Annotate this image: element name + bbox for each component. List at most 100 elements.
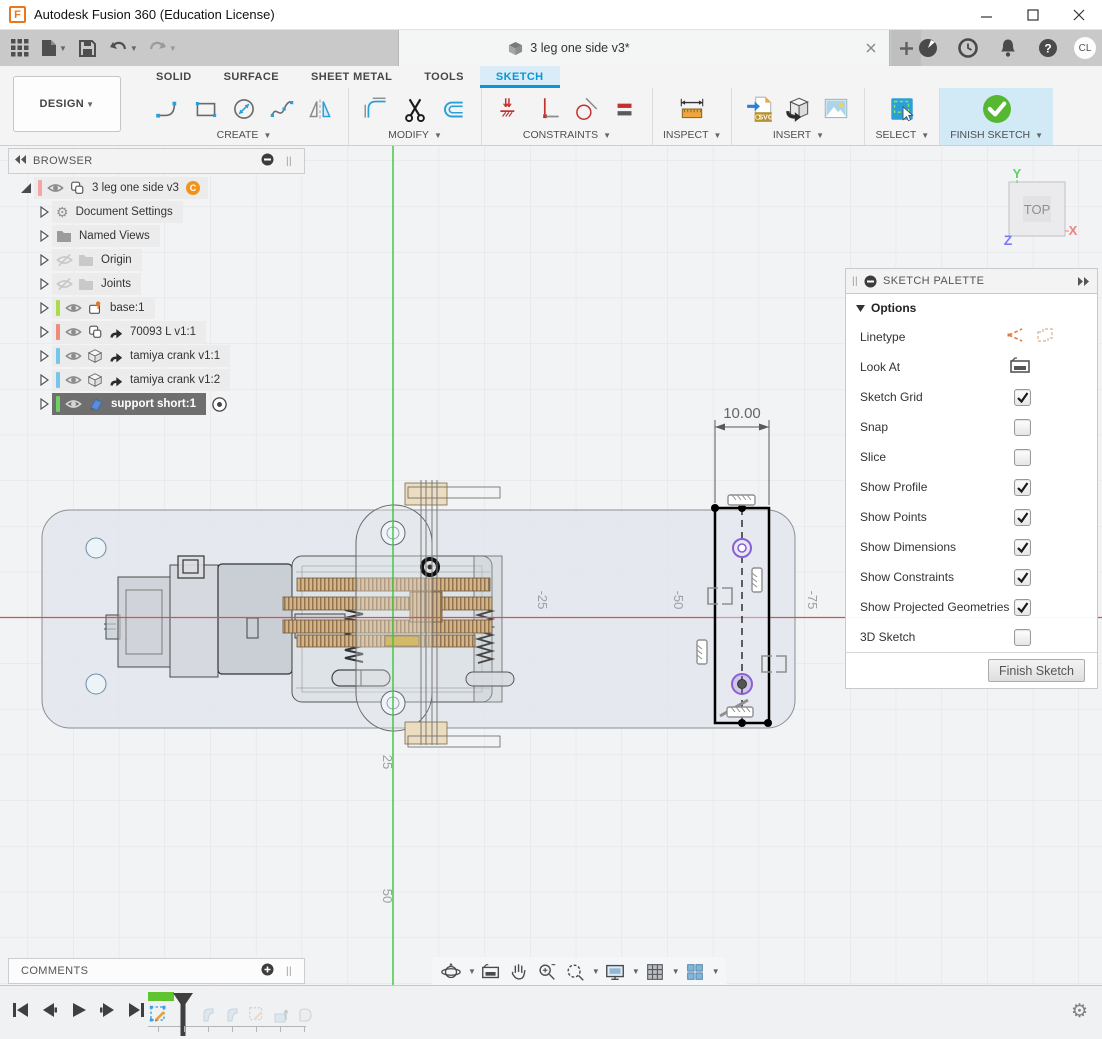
orbit-icon[interactable] bbox=[438, 959, 464, 985]
timeline-feature-fillet-1[interactable] bbox=[198, 1004, 220, 1026]
offset-tool[interactable] bbox=[435, 91, 471, 127]
browser-item-base[interactable]: base:1 bbox=[8, 296, 328, 320]
expand-caret-icon[interactable] bbox=[36, 374, 52, 386]
snap-checkbox[interactable] bbox=[1014, 419, 1031, 436]
timeline-step-forward-button[interactable] bbox=[97, 1000, 117, 1020]
browser-item-root[interactable]: 3 leg one side v3 C bbox=[8, 176, 328, 200]
browser-item-origin[interactable]: Origin bbox=[8, 248, 328, 272]
timeline-track[interactable] bbox=[146, 988, 326, 1038]
modify-menu[interactable]: MODIFY▼ bbox=[388, 129, 442, 141]
grid-settings-icon[interactable] bbox=[642, 959, 668, 985]
browser-item-document-settings[interactable]: ⚙ Document Settings bbox=[8, 200, 328, 224]
tab-surface[interactable]: SURFACE bbox=[208, 66, 295, 88]
expand-caret-icon[interactable] bbox=[36, 230, 52, 242]
timeline-feature-revolve[interactable] bbox=[294, 1004, 316, 1026]
measure-tool[interactable] bbox=[674, 91, 710, 127]
display-settings-icon[interactable] bbox=[602, 959, 628, 985]
notifications-bell-icon[interactable] bbox=[994, 33, 1022, 63]
workspace-selector[interactable]: DESIGN ▼ bbox=[13, 76, 121, 132]
tangent-constraint-tool[interactable] bbox=[568, 91, 604, 127]
zoom-window-icon[interactable] bbox=[562, 959, 588, 985]
panel-minimize-icon[interactable] bbox=[864, 275, 877, 288]
midpoint-constraint-tool[interactable] bbox=[492, 91, 528, 127]
show-projected-geometries-checkbox[interactable] bbox=[1014, 599, 1031, 616]
zoom-icon[interactable] bbox=[534, 959, 560, 985]
pan-hand-icon[interactable] bbox=[506, 959, 532, 985]
equal-constraint-tool[interactable] bbox=[606, 91, 642, 127]
fillet-tool[interactable] bbox=[359, 91, 395, 127]
insert-mesh-tool[interactable] bbox=[780, 91, 816, 127]
active-sketch-profile[interactable] bbox=[711, 504, 772, 727]
tab-tools[interactable]: TOOLS bbox=[408, 66, 480, 88]
insert-menu[interactable]: INSERT▼ bbox=[773, 129, 824, 141]
expand-caret-icon[interactable] bbox=[36, 254, 52, 266]
timeline-skip-end-button[interactable] bbox=[126, 1000, 146, 1020]
sketch-palette-header[interactable]: || SKETCH PALETTE bbox=[845, 268, 1098, 294]
panel-grip[interactable]: || bbox=[852, 276, 858, 287]
construction-linetype-icon[interactable] bbox=[1006, 326, 1026, 349]
show-constraints-checkbox[interactable] bbox=[1014, 569, 1031, 586]
expand-caret-icon[interactable] bbox=[36, 206, 52, 218]
panel-grip[interactable]: || bbox=[286, 966, 292, 977]
panel-minimize-icon[interactable] bbox=[261, 153, 274, 169]
save-button[interactable] bbox=[74, 33, 102, 63]
close-button[interactable] bbox=[1056, 0, 1102, 30]
browser-panel-header[interactable]: BROWSER || bbox=[8, 148, 305, 174]
file-menu-button[interactable]: ▼ bbox=[38, 33, 70, 63]
sketch-mirror-tool[interactable] bbox=[302, 91, 338, 127]
show-profile-checkbox[interactable] bbox=[1014, 479, 1031, 496]
browser-item-joints[interactable]: Joints bbox=[8, 272, 328, 296]
timeline-feature-sketch[interactable] bbox=[246, 1004, 268, 1026]
select-tool[interactable] bbox=[884, 91, 920, 127]
comments-bar[interactable]: COMMENTS || bbox=[8, 958, 305, 984]
maximize-button[interactable] bbox=[1010, 0, 1056, 30]
browser-item-tamiya-crank-1[interactable]: tamiya crank v1:1 bbox=[8, 344, 328, 368]
add-comment-icon[interactable] bbox=[261, 963, 274, 979]
slice-checkbox[interactable] bbox=[1014, 449, 1031, 466]
settings-gear-icon[interactable]: ⚙ bbox=[1071, 1002, 1088, 1021]
visibility-hidden-eye-icon[interactable] bbox=[56, 253, 73, 267]
options-section-header[interactable]: Options bbox=[846, 294, 1097, 322]
visibility-eye-icon[interactable] bbox=[65, 349, 82, 363]
timeline-feature-extrude[interactable] bbox=[270, 1004, 292, 1026]
sketch-rectangle-tool[interactable] bbox=[188, 91, 224, 127]
look-at-nav-icon[interactable] bbox=[478, 959, 504, 985]
minimize-button[interactable] bbox=[964, 0, 1010, 30]
inspect-menu[interactable]: INSPECT▼ bbox=[663, 129, 721, 141]
timeline-feature-sketch-active[interactable] bbox=[148, 1004, 170, 1026]
visibility-eye-icon[interactable] bbox=[65, 325, 82, 339]
redo-button[interactable]: ▼ bbox=[145, 33, 180, 63]
show-points-checkbox[interactable] bbox=[1014, 509, 1031, 526]
timeline-feature-fillet-2[interactable] bbox=[222, 1004, 244, 1026]
browser-item-support-short[interactable]: support short:1 bbox=[8, 392, 328, 416]
collapse-left-icon[interactable] bbox=[15, 155, 27, 167]
expand-caret-icon[interactable] bbox=[18, 182, 34, 194]
tab-sketch[interactable]: SKETCH bbox=[480, 66, 560, 88]
constraints-menu[interactable]: CONSTRAINTS▼ bbox=[523, 129, 611, 141]
activate-component-radio[interactable] bbox=[211, 396, 228, 413]
expand-caret-icon[interactable] bbox=[36, 302, 52, 314]
expand-caret-icon[interactable] bbox=[36, 398, 52, 410]
job-status-clock-icon[interactable] bbox=[954, 33, 982, 63]
3d-sketch-checkbox[interactable] bbox=[1014, 629, 1031, 646]
timeline-step-back-button[interactable] bbox=[39, 1000, 59, 1020]
browser-item-tamiya-crank-2[interactable]: tamiya crank v1:2 bbox=[8, 368, 328, 392]
finish-sketch-palette-button[interactable]: Finish Sketch bbox=[988, 659, 1085, 682]
select-menu[interactable]: SELECT▼ bbox=[875, 129, 929, 141]
timeline-skip-start-button[interactable] bbox=[10, 1000, 30, 1020]
visibility-eye-icon[interactable] bbox=[47, 181, 64, 195]
undo-button[interactable]: ▼ bbox=[106, 33, 141, 63]
look-at-icon[interactable] bbox=[1009, 356, 1031, 379]
finish-sketch-button[interactable] bbox=[979, 91, 1015, 127]
projected-linetype-icon[interactable] bbox=[1035, 326, 1055, 349]
visibility-eye-icon[interactable] bbox=[65, 301, 82, 315]
visibility-eye-icon[interactable] bbox=[65, 373, 82, 387]
browser-item-70093[interactable]: 70093 L v1:1 bbox=[8, 320, 328, 344]
finish-sketch-menu[interactable]: FINISH SKETCH▼ bbox=[950, 129, 1043, 141]
user-avatar[interactable]: CL bbox=[1074, 37, 1096, 59]
trim-tool[interactable] bbox=[397, 91, 433, 127]
data-panel-grid-button[interactable] bbox=[6, 33, 34, 63]
visibility-hidden-eye-icon[interactable] bbox=[56, 277, 73, 291]
expand-caret-icon[interactable] bbox=[36, 278, 52, 290]
viewports-icon[interactable] bbox=[682, 959, 708, 985]
